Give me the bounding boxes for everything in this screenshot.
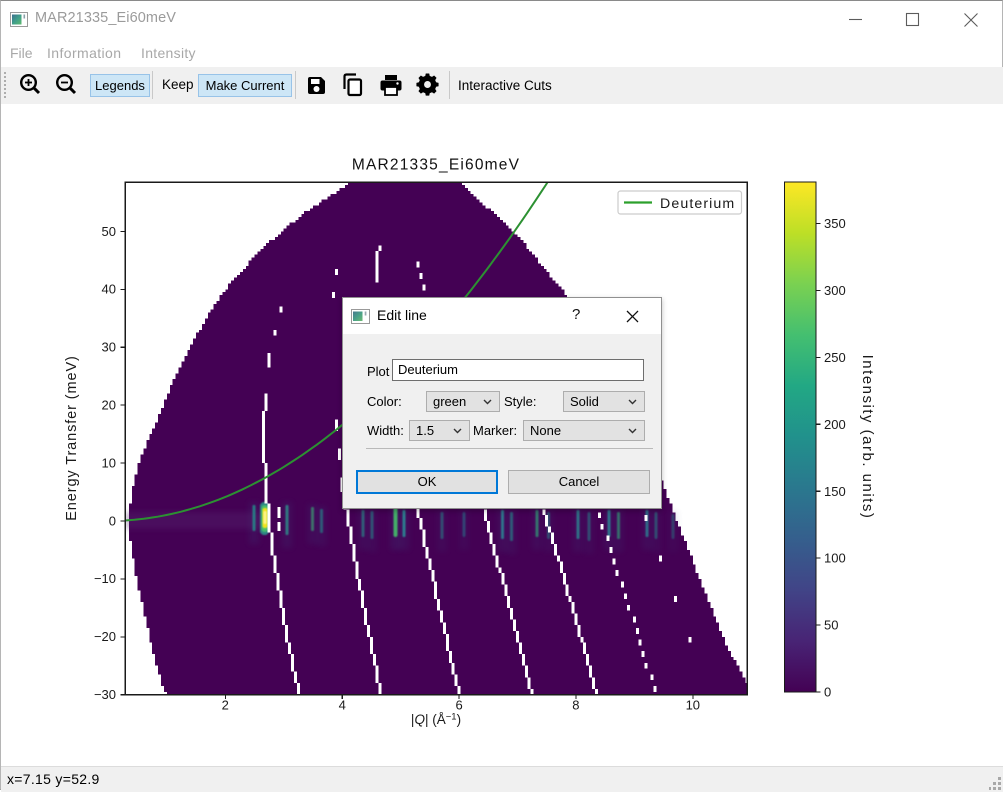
svg-text:10: 10 [686, 698, 700, 713]
svg-text:300: 300 [824, 283, 846, 298]
svg-text:MAR21335_Ei60meV: MAR21335_Ei60meV [352, 157, 520, 174]
svg-text:50: 50 [824, 618, 838, 633]
svg-text:250: 250 [824, 350, 846, 365]
svg-text:10: 10 [102, 455, 116, 470]
svg-text:Energy Transfer (meV): Energy Transfer (meV) [64, 355, 80, 521]
svg-text:Intensity (arb. units): Intensity (arb. units) [859, 355, 876, 520]
svg-text:100: 100 [824, 551, 846, 566]
svg-text:6: 6 [455, 698, 462, 713]
svg-text:30: 30 [102, 340, 116, 355]
svg-text:Deuterium: Deuterium [660, 196, 735, 212]
svg-text:−10: −10 [94, 571, 116, 586]
svg-text:8: 8 [572, 698, 579, 713]
svg-text:4: 4 [339, 698, 346, 713]
svg-text:50: 50 [102, 224, 116, 239]
svg-text:350: 350 [824, 216, 846, 231]
svg-text:−20: −20 [94, 629, 116, 644]
svg-text:0: 0 [109, 513, 116, 528]
svg-text:2: 2 [222, 698, 229, 713]
svg-text:200: 200 [824, 417, 846, 432]
svg-text:20: 20 [102, 398, 116, 413]
svg-text:−30: −30 [94, 687, 116, 702]
svg-text:40: 40 [102, 282, 116, 297]
svg-text:150: 150 [824, 484, 846, 499]
svg-text:0: 0 [824, 685, 831, 700]
